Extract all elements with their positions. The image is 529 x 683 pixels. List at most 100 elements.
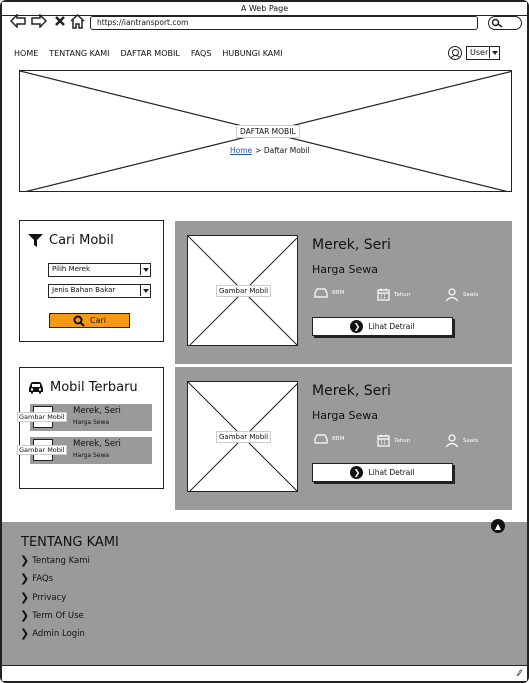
breadcrumb-current: Daftar Mobil [263,146,310,155]
footer-link-admin-login[interactable]: ❯ Admin Login [20,628,85,639]
spec-year-label: Tahun [394,437,411,444]
hero-banner: DAFTAR MOBIL Home > Daftar Mobil [19,70,512,192]
latest-heading: Mobil Terbaru [28,380,138,395]
footer-link-label: FAQs [32,573,54,584]
chevron-right-icon: ❯ [350,320,364,333]
page-title: DAFTAR MOBIL [236,125,300,138]
chevron-right-icon: ❯ [20,609,30,622]
breadcrumb: Home > Daftar Mobil [230,146,310,155]
menu-item-faqs[interactable]: FAQS [191,49,212,61]
car-price: Harga Sewa [312,263,379,276]
footer-title: TENTANG KAMI [21,535,119,550]
chevron-down-icon [140,285,150,296]
car-card: Gambar Mobil Merek, Seri Harga Sewa BBM … [175,367,512,510]
filter-heading: Cari Mobil [28,233,114,248]
fuel-select-value: Jenis Bahan Bakar [52,286,116,294]
chevron-right-icon: ❯ [20,554,30,567]
user-icon[interactable] [448,46,462,60]
menu-item-daftar-mobil[interactable]: DAFTAR MOBIL [121,49,180,61]
latest-title: Mobil Terbaru [50,380,138,395]
spec-year: Tahun [377,288,410,301]
car-thumbnail-label: Gambar Mobil [17,445,67,455]
spec-fuel-label: BBM [332,290,345,296]
search-icon [73,315,85,327]
search-button-label: Cari [90,316,106,325]
latest-car-title: Merek, Seri [73,439,121,449]
spec-fuel: BBM [314,434,344,444]
latest-car-price: Harga Sewa [73,419,110,426]
car-image: Gambar Mobil [187,235,298,346]
view-detail-button[interactable]: ❯ Lihat Detrail [312,463,453,482]
main-menu: HOME TENTANG KAMI DAFTAR MOBIL FAQS HUBU… [14,49,283,61]
brand-select[interactable]: Pilih Merek [48,263,151,277]
forward-arrow-icon[interactable] [31,13,47,29]
window-status-bar: ⁄⁄ [2,665,527,681]
breadcrumb-separator: > [255,146,262,155]
latest-car-title: Merek, Seri [73,406,121,416]
search-icon [491,18,503,28]
chevron-up-icon[interactable]: ▲ [491,519,505,533]
view-detail-label: Lihat Detrail [368,468,415,477]
footer-link-label: Term Of Use [32,610,84,621]
spec-fuel: BBM [314,288,344,298]
car-thumbnail-label: Gambar Mobil [17,412,67,422]
footer-link-tentang-kami[interactable]: ❯ Tentang Kami [20,555,90,566]
footer-link-label: Prrivacy [32,592,67,603]
spec-fuel-label: BBM [332,436,345,442]
footer-link-label: Tentang Kami [32,555,90,566]
home-icon[interactable] [69,13,85,29]
browser-search-button[interactable] [488,16,522,30]
view-detail-button[interactable]: ❯ Lihat Detrail [312,317,453,336]
resize-grip-icon[interactable]: ⁄⁄ [518,669,521,679]
car-image-label: Gambar Mobil [216,431,272,443]
calendar-icon [377,288,390,301]
menu-item-hubungi-kami[interactable]: HUBUNGI KAMI [222,49,282,61]
latest-car-price: Harga Sewa [73,452,110,459]
fuel-icon [314,288,328,298]
menu-item-home[interactable]: HOME [14,49,38,61]
person-icon [445,288,459,302]
user-dropdown[interactable]: User [466,46,500,60]
spec-year: Tahun [377,434,410,447]
close-icon[interactable] [52,13,68,29]
latest-cars-panel: Mobil Terbaru Gambar Mobil Merek, Seri H… [17,367,164,489]
brand-select-value: Pilih Merek [52,265,90,273]
filter-icon [28,234,43,247]
chevron-right-icon: ❯ [20,591,30,604]
fuel-select[interactable]: Jenis Bahan Bakar [48,284,151,298]
car-image-label: Gambar Mobil [216,285,272,297]
view-detail-label: Lihat Detrail [368,322,415,331]
car-title: Merek, Seri [312,237,391,253]
chevron-right-icon: ❯ [20,627,30,640]
spec-seats-label: Seats [463,438,479,444]
search-filter-panel: Cari Mobil Pilih Merek Jenis Bahan Bakar… [19,220,164,342]
car-card: Gambar Mobil Merek, Seri Harga Sewa BBM … [175,221,512,364]
footer-link-faqs[interactable]: ❯ FAQs [20,573,53,584]
footer-link-label: Admin Login [32,628,85,639]
user-dropdown-label: User [470,48,489,57]
car-image: Gambar Mobil [187,381,298,492]
footer-link-privacy[interactable]: ❯ Prrivacy [20,592,66,603]
spec-seats: Seats [445,434,478,448]
chevron-down-icon [489,47,499,58]
search-button[interactable]: Cari [49,313,130,328]
back-arrow-icon[interactable] [10,13,26,29]
menu-item-tentang-kami[interactable]: TENTANG KAMI [49,49,109,61]
spec-seats: Seats [445,288,478,302]
fuel-icon [314,434,328,444]
browser-toolbar: https://iantransport.com [2,10,527,36]
car-price: Harga Sewa [312,409,379,422]
latest-car-item[interactable]: Gambar Mobil Merek, Seri Harga Sewa [17,437,152,464]
chevron-right-icon: ❯ [350,466,364,479]
chevron-down-icon [140,264,150,275]
footer: ▲ TENTANG KAMI ❯ Tentang Kami ❯ FAQs ❯ Prri… [2,519,527,665]
calendar-icon [377,434,390,447]
breadcrumb-home-link[interactable]: Home [230,146,252,155]
latest-car-item[interactable]: Gambar Mobil Merek, Seri Harga Sewa [17,404,152,431]
footer-link-term-of-use[interactable]: ❯ Term Of Use [20,610,84,621]
address-bar[interactable]: https://iantransport.com [90,16,478,30]
filter-title: Cari Mobil [49,233,114,248]
car-title: Merek, Seri [312,383,391,399]
car-icon [29,382,43,394]
spec-seats-label: Seats [463,292,479,298]
